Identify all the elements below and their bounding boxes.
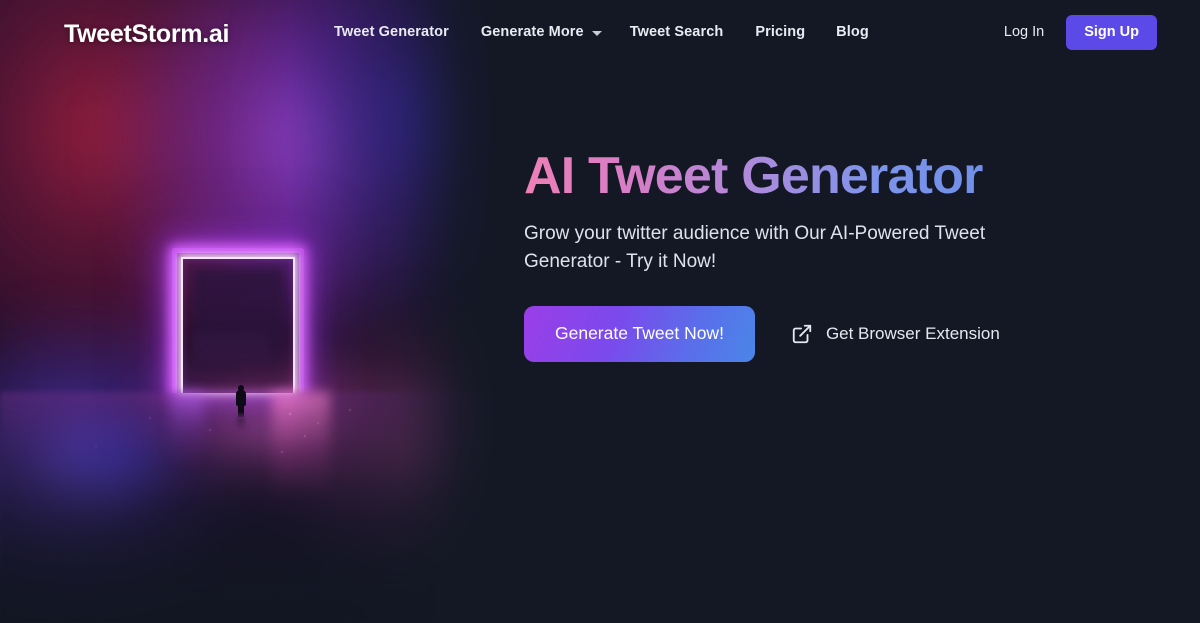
nav-link-blog[interactable]: Blog xyxy=(836,24,869,40)
nav-links: Tweet Generator Generate More Tweet Sear… xyxy=(334,24,869,40)
login-link[interactable]: Log In xyxy=(1000,24,1048,40)
nav-link-tweet-search[interactable]: Tweet Search xyxy=(630,24,724,40)
hero-subtitle: Grow your twitter audience with Our AI-P… xyxy=(524,223,986,273)
landing-page: TweetStorm.ai Tweet Generator Generate M… xyxy=(0,0,1200,623)
nav-link-tweet-generator[interactable]: Tweet Generator xyxy=(334,24,449,40)
nav-link-label: Generate More xyxy=(480,24,584,40)
nav-link-label: Blog xyxy=(836,24,869,40)
hero-section: AI Tweet Generator Grow your twitter aud… xyxy=(524,148,1044,362)
site-logo[interactable]: TweetStorm.ai xyxy=(64,20,229,49)
nav-link-label: Tweet Search xyxy=(629,24,724,40)
browser-extension-link[interactable]: Get Browser Extension xyxy=(791,323,1000,345)
signup-button[interactable]: Sign Up xyxy=(1066,15,1157,50)
browser-extension-label: Get Browser Extension xyxy=(825,324,1000,344)
top-navigation-bar: TweetStorm.ai Tweet Generator Generate M… xyxy=(0,0,1200,68)
artwork-right-fade xyxy=(0,0,500,623)
generate-tweet-button[interactable]: Generate Tweet Now! xyxy=(524,306,755,362)
nav-link-pricing[interactable]: Pricing xyxy=(755,24,805,40)
nav-link-label: Pricing xyxy=(755,24,806,40)
page-title: AI Tweet Generator xyxy=(524,148,1044,204)
nav-auth-actions: Log In Sign Up xyxy=(1000,15,1157,50)
chevron-down-icon xyxy=(591,30,602,36)
hero-actions: Generate Tweet Now! Get Browser Extensio… xyxy=(524,306,1044,362)
hero-background-artwork xyxy=(0,0,500,623)
nav-link-label: Tweet Generator xyxy=(334,24,449,40)
nav-link-generate-more[interactable]: Generate More xyxy=(481,24,602,40)
external-link-icon xyxy=(792,324,812,344)
